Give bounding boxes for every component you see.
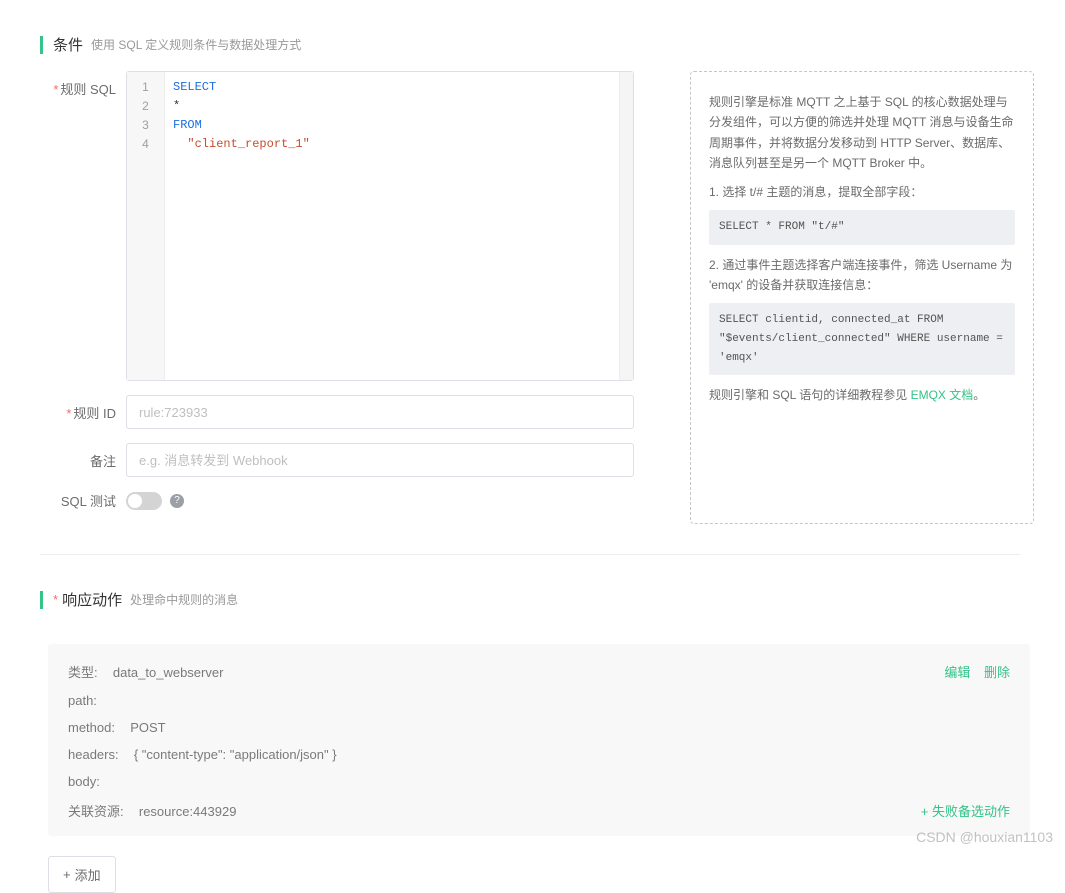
section-marker [40, 591, 43, 609]
info-note-2: 2. 通过事件主题选择客户端连接事件，筛选 Username 为 'emqx' … [709, 255, 1015, 296]
info-code-1: SELECT * FROM "t/#" [709, 210, 1015, 245]
fallback-action-button[interactable]: + 失败备选动作 [921, 801, 1010, 820]
response-header: * 响应动作 处理命中规则的消息 [0, 555, 1050, 626]
info-desc: 规则引擎是标准 MQTT 之上基于 SQL 的核心数据处理与分发组件，可以方便的… [709, 92, 1015, 174]
add-action-button[interactable]: + 添加 [48, 856, 116, 893]
editor-code[interactable]: SELECT * FROM "client_report_1" [165, 72, 619, 380]
editor-gutter: 1234 [127, 72, 165, 380]
sql-label: *规则 SQL [40, 71, 126, 98]
remark-input[interactable] [126, 443, 634, 477]
docs-link[interactable]: EMQX 文档 [911, 388, 974, 402]
action-card: 编辑 删除 类型: data_to_webserver path: method… [48, 644, 1030, 836]
delete-action-button[interactable]: 删除 [984, 665, 1010, 680]
condition-title: 条件 [53, 34, 83, 55]
response-subtitle: 处理命中规则的消息 [130, 591, 238, 608]
editor-scrollbar[interactable] [619, 72, 633, 380]
edit-action-button[interactable]: 编辑 [944, 665, 970, 680]
info-code-2: SELECT clientid, connected_at FROM "$eve… [709, 303, 1015, 375]
info-panel: 规则引擎是标准 MQTT 之上基于 SQL 的核心数据处理与分发组件，可以方便的… [690, 71, 1034, 524]
section-marker [40, 36, 43, 54]
remark-label: 备注 [40, 451, 126, 470]
condition-header: 条件 使用 SQL 定义规则条件与数据处理方式 [0, 0, 1050, 71]
action-headers: headers: { "content-type": "application/… [68, 747, 1010, 762]
action-resource: 关联资源: resource:443929 [68, 801, 1010, 820]
condition-subtitle: 使用 SQL 定义规则条件与数据处理方式 [91, 36, 301, 53]
sql-editor[interactable]: 1234 SELECT * FROM "client_report_1" [126, 71, 634, 381]
watermark: CSDN @houxian1103 [916, 829, 1053, 845]
info-footer: 规则引擎和 SQL 语句的详细教程参见 EMQX 文档。 [709, 385, 1015, 405]
rule-id-label: *规则 ID [40, 403, 126, 422]
sql-test-toggle[interactable] [126, 492, 162, 510]
action-path: path: [68, 693, 1010, 708]
action-type: 类型: data_to_webserver [68, 662, 1010, 681]
plus-icon: + [63, 867, 71, 882]
action-method: method: POST [68, 720, 1010, 735]
sql-test-label: SQL 测试 [40, 491, 126, 510]
rule-id-input[interactable] [126, 395, 634, 429]
action-body: body: [68, 774, 1010, 789]
info-note-1: 1. 选择 t/# 主题的消息，提取全部字段： [709, 182, 1015, 202]
response-title: 响应动作 [62, 589, 122, 610]
help-icon[interactable]: ? [170, 494, 184, 508]
